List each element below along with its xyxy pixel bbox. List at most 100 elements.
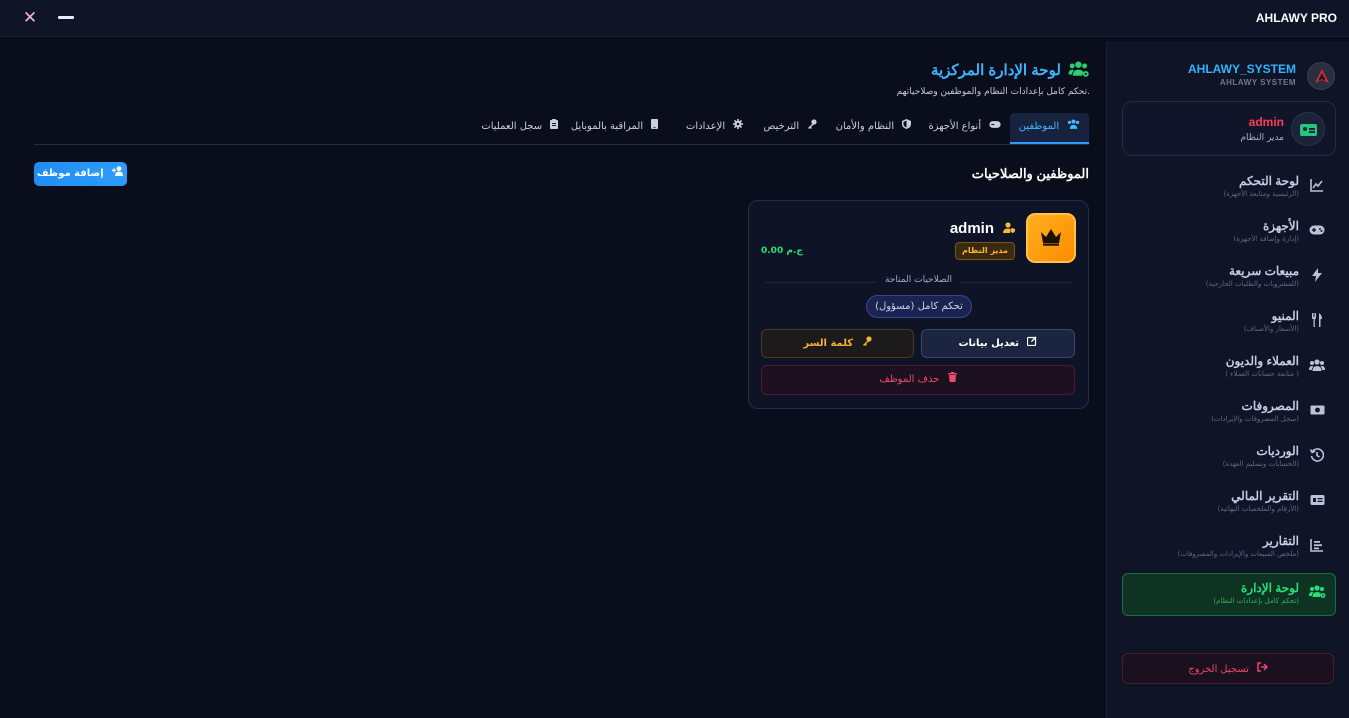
employee-card: admin مدير النظام 0.00 ج.م الصلاحيات الم… (748, 200, 1089, 409)
tab-label: الترخيص (763, 121, 800, 132)
employee-name: admin (949, 220, 994, 237)
sidebar-item-label: العملاء والديون (1225, 354, 1299, 368)
trash-icon (944, 372, 957, 385)
change-password-button[interactable]: كلمة السر (761, 329, 914, 358)
tab-mobile-monitoring[interactable]: المراقبة بالموبايل (571, 113, 658, 141)
users-cog-icon (1068, 61, 1090, 81)
app-title: AHLAWY PRO (1255, 11, 1337, 25)
sidebar: AHLAWY_SYSTEM AHLAWY SYSTEM admin مدير ا… (1106, 41, 1349, 718)
employee-balance: 0.00 ج.م (761, 246, 803, 256)
sidebar-item-label: لوحة الإدارة (1241, 581, 1299, 595)
role-badge: مدير النظام (954, 242, 1015, 260)
key-icon (858, 336, 872, 349)
sidebar-item-shifts[interactable]: الورديات (الحسابات وتسليم العهدة) (1122, 436, 1336, 481)
sidebar-item-hint: (الأرقام والملخصات النهائية) (1217, 505, 1299, 513)
mobile-icon (648, 119, 658, 132)
tab-label: المراقبة بالموبايل (570, 121, 644, 132)
employee-avatar (1026, 213, 1076, 263)
gear-icon (730, 119, 743, 132)
chart-line-icon (1308, 178, 1326, 196)
sidebar-item-hint: (الأسعار والأصناف) (1243, 325, 1299, 333)
page-title: لوحة الإدارة المركزية (930, 62, 1061, 79)
permissions-heading: الصلاحيات المتاحة (749, 275, 1088, 285)
eagle-logo-icon (1315, 69, 1329, 83)
bar-chart-icon (1308, 538, 1326, 556)
sidebar-item-hint: (ملخص المبيعات والإيرادات والمصروفات) (1177, 550, 1299, 558)
user-shield-icon (1003, 222, 1015, 236)
tab-employees[interactable]: الموظفين (1009, 113, 1089, 144)
sidebar-item-reports[interactable]: التقارير (ملخص المبيعات والإيرادات والمص… (1122, 526, 1336, 571)
user-role: مدير النظام (1240, 133, 1284, 143)
logout-label: تسجيل الخروج (1123, 662, 1333, 675)
users-icon (1064, 119, 1080, 132)
brand: AHLAWY_SYSTEM AHLAWY SYSTEM (1120, 60, 1335, 94)
user-avatar (1291, 112, 1325, 146)
edit-label: تعديل بيانات (958, 338, 1020, 349)
bolt-icon (1308, 268, 1326, 286)
tab-operations-log[interactable]: سجل العمليات (481, 113, 558, 141)
sidebar-item-label: مبيعات سريعة (1229, 264, 1299, 278)
gamepad-icon (1308, 223, 1326, 241)
gamepad-icon (986, 121, 1001, 132)
id-card-icon (1308, 493, 1326, 511)
brand-logo (1307, 62, 1335, 90)
delete-label: حذف الموظف (879, 374, 940, 385)
delete-employee-button[interactable]: حذف الموظف (761, 365, 1075, 395)
sidebar-item-label: الأجهزة (1262, 219, 1299, 233)
crown-icon (1041, 229, 1061, 246)
users-cog-icon (1308, 585, 1326, 603)
tab-label: سجل العمليات (481, 121, 543, 132)
logout-button[interactable]: تسجيل الخروج (1122, 653, 1334, 684)
sidebar-item-hint: (تحكم كامل بإعدادات النظام) (1213, 597, 1299, 605)
tab-system-security[interactable]: النظام والأمان (836, 113, 911, 141)
tab-label: الإعدادات (686, 121, 726, 132)
tab-settings[interactable]: الإعدادات (686, 113, 743, 141)
utensils-icon (1308, 313, 1326, 331)
minimize-window-button[interactable] (58, 16, 74, 19)
sidebar-item-hint: (الرئيسية ومتابعة الأجهزة) (1223, 190, 1299, 198)
sidebar-item-menu[interactable]: المنيو (الأسعار والأصناف) (1122, 301, 1336, 346)
tab-device-types[interactable]: أنواع الأجهزة (928, 113, 1001, 141)
user-plus-icon (109, 166, 124, 179)
sign-out-icon (1256, 662, 1268, 675)
tab-label: أنواع الأجهزة (928, 121, 982, 132)
admin-tabs: الموظفين أنواع الأجهزة النظام والأمان ال… (34, 113, 1089, 145)
sidebar-item-hint: (إدارة وإضافة الأجهزة) (1233, 235, 1300, 243)
page-subtitle: تحكم كامل بإعدادات النظام والموظفين وصلا… (896, 87, 1090, 97)
close-window-button[interactable]: ✕ (20, 8, 40, 28)
sidebar-item-hint: (الحسابات وتسليم العهدة) (1222, 460, 1299, 468)
sidebar-item-customers-debts[interactable]: العملاء والديون ( متابعة حسابات العملاء … (1122, 346, 1336, 391)
sidebar-item-hint: (سجل المصروفات والإيرادات) (1211, 415, 1299, 423)
permissions-heading-text: الصلاحيات المتاحة (876, 275, 961, 285)
sidebar-item-dashboard[interactable]: لوحة التحكم (الرئيسية ومتابعة الأجهزة) (1122, 166, 1336, 211)
sidebar-item-admin-panel[interactable]: لوحة الإدارة (تحكم كامل بإعدادات النظام) (1122, 573, 1336, 616)
shield-icon (899, 119, 911, 132)
add-employee-label: إضافة موظف (36, 168, 104, 179)
add-employee-button[interactable]: إضافة موظف (34, 162, 127, 186)
brand-subtitle: AHLAWY SYSTEM (1219, 78, 1296, 87)
logout-text: تسجيل الخروج (1188, 664, 1249, 675)
sidebar-item-label: لوحة التحكم (1238, 174, 1299, 188)
sidebar-item-hint: (للمشروبات والطلبات الخارجية) (1205, 280, 1299, 288)
sidebar-item-expenses[interactable]: المصروفات (سجل المصروفات والإيرادات) (1122, 391, 1336, 436)
tab-license[interactable]: الترخيص (763, 113, 817, 141)
edit-icon (1024, 336, 1037, 349)
user-name: admin (1248, 115, 1284, 129)
sidebar-item-quick-sales[interactable]: مبيعات سريعة (للمشروبات والطلبات الخارجي… (1122, 256, 1336, 301)
clipboard-icon (547, 119, 558, 132)
sidebar-item-label: التقارير (1262, 534, 1299, 548)
brand-name: AHLAWY_SYSTEM (1187, 62, 1296, 76)
sidebar-item-devices[interactable]: الأجهزة (إدارة وإضافة الأجهزة) (1122, 211, 1336, 256)
permission-chip: تحكم كامل (مسؤول) (866, 295, 972, 318)
money-icon (1308, 403, 1326, 421)
key-icon (804, 119, 817, 132)
id-card-icon (1300, 124, 1317, 136)
section-title: الموظفين والصلاحيات (971, 166, 1089, 181)
page-title-wrap: لوحة الإدارة المركزية (931, 60, 1090, 81)
sidebar-item-label: المصروفات (1241, 399, 1299, 413)
users-icon (1308, 358, 1326, 376)
sidebar-item-label: المنيو (1271, 309, 1299, 323)
sidebar-item-hint: ( متابعة حسابات العملاء ) (1225, 370, 1299, 378)
sidebar-item-financial-report[interactable]: التقرير المالي (الأرقام والملخصات النهائ… (1122, 481, 1336, 526)
edit-employee-button[interactable]: تعديل بيانات (921, 329, 1075, 358)
